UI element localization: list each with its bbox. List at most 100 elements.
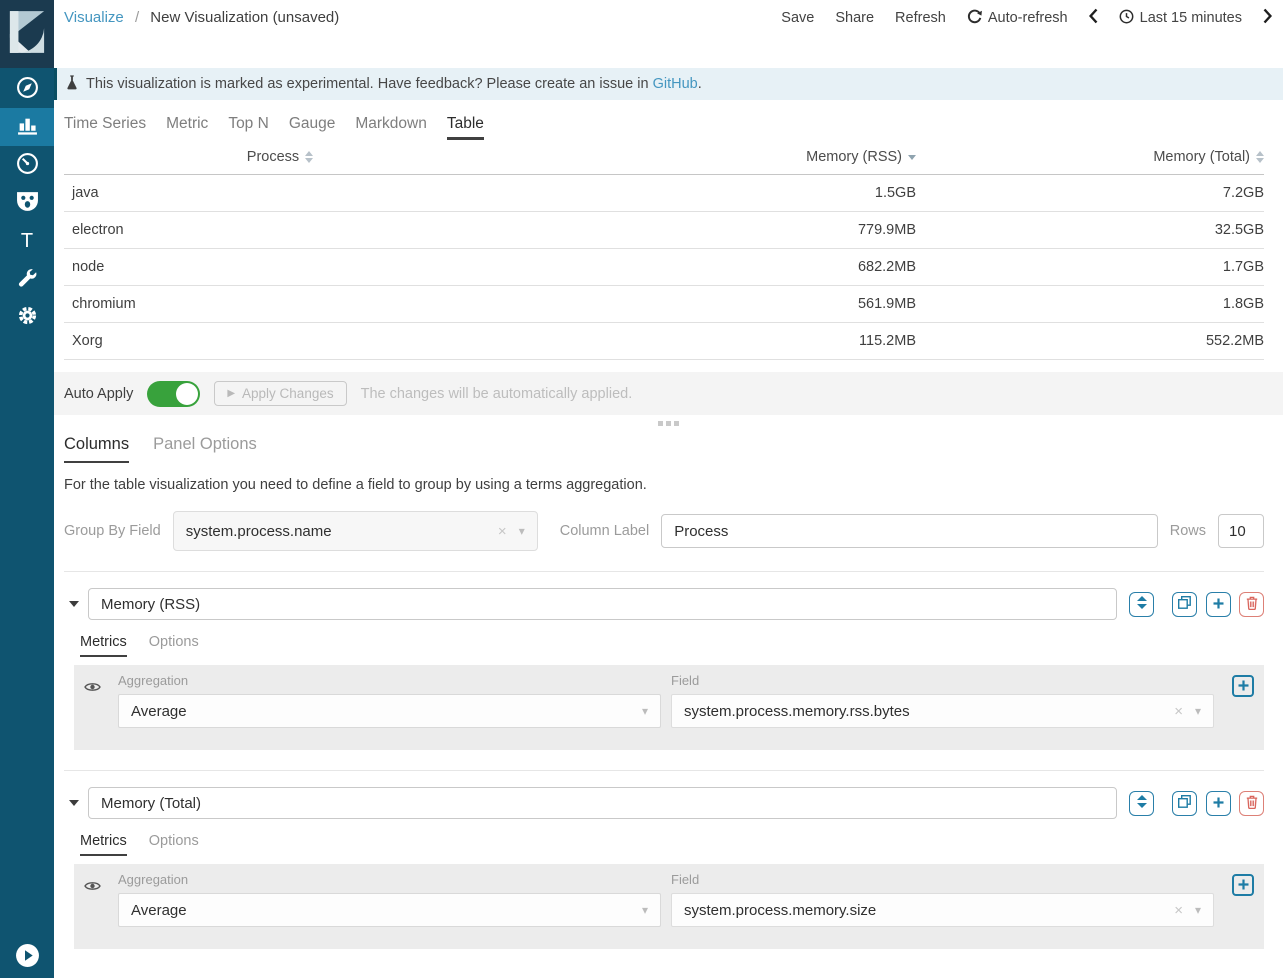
nav-item-app-t[interactable]: T: [0, 222, 54, 260]
auto-apply-status: The changes will be automatically applie…: [361, 386, 633, 402]
aggregation-value: Average: [131, 902, 642, 919]
experimental-banner: This visualization is marked as experime…: [54, 68, 1283, 100]
tab-metrics[interactable]: Metrics: [80, 634, 127, 657]
aggregation-select[interactable]: Average ▾: [118, 694, 661, 728]
time-forward-button[interactable]: [1263, 8, 1272, 28]
group-by-controls: Group By Field system.process.name × ▾ C…: [64, 511, 1264, 551]
rows-label: Rows: [1170, 523, 1206, 539]
gear-icon: [17, 305, 38, 330]
group-by-field-combobox[interactable]: system.process.name × ▾: [173, 511, 538, 551]
column-header-process[interactable]: Process: [64, 140, 496, 175]
save-button[interactable]: Save: [781, 10, 814, 26]
clear-selection-icon[interactable]: ×: [1174, 902, 1183, 919]
column-header-memory-rss[interactable]: Memory (RSS): [496, 140, 916, 175]
add-metric-button[interactable]: [1232, 675, 1254, 697]
tab-options[interactable]: Options: [149, 833, 199, 856]
series-tabs: Metrics Options: [80, 634, 1264, 657]
eye-icon: [84, 880, 101, 896]
reorder-series-button[interactable]: [1129, 592, 1154, 617]
toggle-visibility-button[interactable]: [84, 872, 108, 927]
apply-changes-button[interactable]: ▶ Apply Changes: [214, 381, 346, 406]
tab-columns[interactable]: Columns: [64, 435, 129, 463]
toggle-visibility-button[interactable]: [84, 673, 108, 728]
sort-arrows-icon: [1137, 596, 1147, 612]
series-label-input[interactable]: [88, 588, 1117, 620]
aggregation-select[interactable]: Average ▾: [118, 893, 661, 927]
tab-options[interactable]: Options: [149, 634, 199, 657]
table-header-row: Process Memory (RSS) Memory (Total): [64, 140, 1264, 175]
field-combobox[interactable]: system.process.memory.size × ▾: [671, 893, 1214, 927]
nav-item-visualize[interactable]: [0, 108, 54, 146]
tab-gauge[interactable]: Gauge: [289, 115, 336, 140]
trash-icon: [1246, 596, 1258, 613]
nav-item-dev-tools[interactable]: [0, 260, 54, 298]
time-picker-button[interactable]: Last 15 minutes: [1119, 9, 1242, 28]
nav-item-timelion[interactable]: [0, 184, 54, 222]
nav-item-dashboard[interactable]: [0, 146, 54, 184]
collapse-nav-button[interactable]: [0, 943, 54, 972]
auto-refresh-button[interactable]: Auto-refresh: [967, 9, 1068, 28]
reorder-series-button[interactable]: [1129, 791, 1154, 816]
table-row: node 682.2MB 1.7GB: [64, 249, 1264, 286]
dropdown-caret-icon[interactable]: ▾: [642, 704, 648, 718]
github-link[interactable]: GitHub: [653, 76, 698, 92]
table-row: chromium 561.9MB 1.8GB: [64, 286, 1264, 323]
tab-panel-options[interactable]: Panel Options: [153, 435, 257, 463]
viz-type-tabs: Time Series Metric Top N Gauge Markdown …: [54, 100, 1283, 140]
column-header-label: Process: [247, 149, 299, 165]
add-series-button[interactable]: [1206, 592, 1231, 617]
aggregation-label: Aggregation: [118, 673, 661, 688]
cell-memory-total: 1.7GB: [916, 249, 1264, 286]
tab-metrics[interactable]: Metrics: [80, 833, 127, 856]
tab-metric[interactable]: Metric: [166, 115, 208, 140]
delete-series-button[interactable]: [1239, 791, 1264, 816]
breadcrumb-visualize-link[interactable]: Visualize: [64, 9, 124, 26]
add-series-button[interactable]: [1206, 791, 1231, 816]
nav-item-management[interactable]: [0, 298, 54, 336]
dropdown-caret-icon[interactable]: ▾: [1195, 903, 1201, 917]
add-metric-button[interactable]: [1232, 874, 1254, 896]
clone-series-button[interactable]: [1172, 592, 1197, 617]
cell-memory-total: 1.8GB: [916, 286, 1264, 323]
column-label-input[interactable]: [661, 514, 1158, 548]
tab-table[interactable]: Table: [447, 115, 484, 140]
series-label-input[interactable]: [88, 787, 1117, 819]
time-back-button[interactable]: [1089, 8, 1098, 28]
letter-t-icon: T: [21, 230, 33, 253]
clear-selection-icon[interactable]: ×: [1174, 703, 1183, 720]
apply-changes-label: Apply Changes: [242, 386, 334, 401]
tab-top-n[interactable]: Top N: [228, 115, 269, 140]
collapse-caret-icon[interactable]: [69, 601, 79, 607]
plus-icon: [1238, 878, 1249, 893]
sort-arrows-icon: [1137, 795, 1147, 811]
dropdown-caret-icon[interactable]: ▾: [1195, 704, 1201, 718]
auto-apply-toggle[interactable]: [147, 381, 200, 407]
top-actions: Save Share Refresh Auto-refresh: [781, 8, 1272, 28]
panel-resize-handle[interactable]: [54, 415, 1283, 431]
play-circle-icon: [15, 943, 40, 972]
column-header-memory-total[interactable]: Memory (Total): [916, 140, 1264, 175]
clone-series-button[interactable]: [1172, 791, 1197, 816]
breadcrumb-current-page: New Visualization (unsaved): [150, 9, 339, 26]
dropdown-caret-icon[interactable]: ▾: [519, 524, 525, 538]
nav-item-discover[interactable]: [0, 70, 54, 108]
field-label: Field: [671, 673, 1214, 688]
add-metric-column: [1224, 673, 1254, 728]
collapse-caret-icon[interactable]: [69, 800, 79, 806]
plus-icon: [1238, 679, 1249, 694]
field-column: Field system.process.memory.size × ▾: [671, 872, 1214, 927]
series-memory-total: Metrics Options Aggregation: [64, 770, 1264, 949]
kibana-logo[interactable]: [0, 0, 54, 68]
eye-icon: [84, 681, 101, 697]
clear-selection-icon[interactable]: ×: [498, 523, 507, 540]
share-button[interactable]: Share: [835, 10, 874, 26]
tab-markdown[interactable]: Markdown: [355, 115, 427, 140]
tab-time-series[interactable]: Time Series: [64, 115, 146, 140]
refresh-button[interactable]: Refresh: [895, 10, 946, 26]
refresh-cycle-icon: [967, 9, 982, 28]
bar-chart-icon: [17, 115, 38, 140]
field-combobox[interactable]: system.process.memory.rss.bytes × ▾: [671, 694, 1214, 728]
rows-input[interactable]: [1218, 514, 1264, 548]
delete-series-button[interactable]: [1239, 592, 1264, 617]
dropdown-caret-icon[interactable]: ▾: [642, 903, 648, 917]
